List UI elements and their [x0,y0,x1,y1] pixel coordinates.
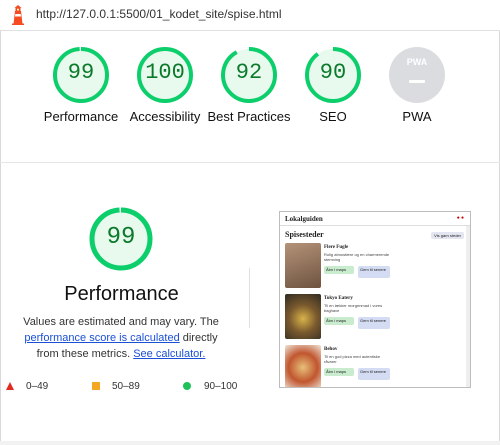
accessibility-label: Accessibility [129,109,201,124]
gauge-performance[interactable]: 99 Performance [39,46,123,125]
best-practices-score: 92 [235,60,263,85]
preview-open-maps: Åbn i maps [324,317,354,325]
legend-average-range: 50–89 [112,381,140,392]
url-bar: http://127.0.0.1:5500/01_kodet_site/spis… [0,0,500,31]
performance-score-large: 99 [106,224,136,251]
preview-card-name: Behov [324,347,338,352]
page-screenshot-preview[interactable]: Lokalguiden ● ● Spisesteder Vis garn ste… [279,211,471,388]
preview-open-maps: Åbn i maps [324,266,354,274]
performance-label: Performance [43,109,119,124]
gauge-best-practices[interactable]: 92 Best Practices [207,46,291,125]
preview-scrollbar [466,226,470,387]
preview-header: Lokalguiden ● ● [280,212,470,226]
pwa-badge-icon [389,47,445,103]
page-url[interactable]: http://127.0.0.1:5500/01_kodet_site/spis… [36,7,282,21]
preview-save-later: Gem til senere [358,266,390,278]
preview-save-later: Gem til senere [358,317,390,329]
fail-triangle-icon [6,382,14,390]
section-divider [0,162,500,163]
best-practices-label: Best Practices [207,109,291,124]
preview-card: Behov Til en god pizza med autentiske rå… [285,345,465,387]
score-calculated-link[interactable]: performance score is calculated [24,332,179,344]
preview-card-text: Rolig atmosfære og en charmerende stemni… [324,252,390,262]
preview-card-image [285,243,321,288]
legend-pass-range: 90–100 [204,381,238,392]
lighthouse-logo-icon [12,5,24,25]
gauge-pwa[interactable]: PWA PWA [375,46,459,125]
preview-flag-icons: ● ● [456,216,464,221]
preview-card-text: Til en god pizza med autentiske råvarer [324,354,381,364]
preview-site-name: Lokalguiden [285,215,323,223]
seo-score: 90 [319,60,347,85]
preview-card-text: Til en lækker morgenmad i vores baghave [324,303,383,313]
preview-save-later: Gem til senere [358,368,390,380]
seo-label: SEO [319,109,347,124]
average-square-icon [92,382,100,390]
accessibility-score: 100 [145,60,185,85]
preview-card: Flere Fugle Rolig atmosfære og en charme… [285,243,465,291]
preview-card: Tokyo Eatery Til en lækker morgenmad i v… [285,294,465,342]
preview-heading: Spisesteder [285,230,324,239]
performance-title: Performance [64,283,179,305]
preview-card-name: Flere Fugle [324,245,349,250]
vertical-divider [249,268,250,328]
pass-circle-icon [183,382,191,390]
preview-card-image [285,294,321,339]
bottom-scroll-track [0,441,500,445]
gauge-seo[interactable]: 90 SEO [291,46,375,125]
preview-open-maps: Åbn i maps [324,368,354,376]
preview-top-button: Vis garn steder [431,232,464,239]
pwa-label: PWA [402,109,432,124]
pwa-badge-text: PWA [406,57,428,67]
gauge-accessibility[interactable]: 100 Accessibility [123,46,207,125]
see-calculator-link[interactable]: See calculator. [133,348,205,360]
performance-description: Values are estimated and may vary. The p… [12,314,230,362]
legend-fail-range: 0–49 [26,381,49,392]
preview-card-name: Tokyo Eatery [324,296,353,301]
performance-score: 99 [67,60,95,85]
desc-text-1: Values are estimated and may vary. The [23,316,219,328]
preview-card-image [285,345,321,387]
